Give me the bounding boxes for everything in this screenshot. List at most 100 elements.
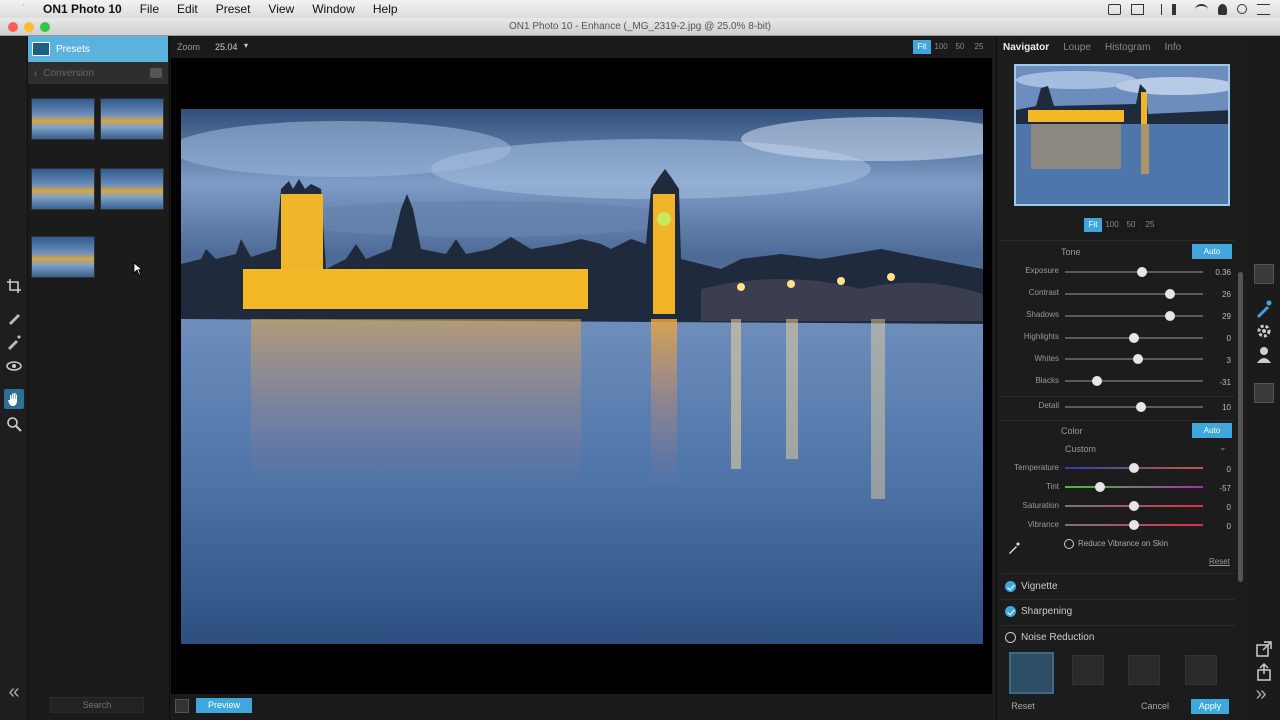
chevron-left-icon[interactable]: ‹ [34, 68, 37, 79]
slider-knob[interactable] [1091, 376, 1102, 386]
external-edit-icon[interactable] [1254, 639, 1274, 659]
tab-loupe[interactable]: Loupe [1063, 42, 1091, 53]
tab-info[interactable]: Info [1165, 42, 1182, 53]
eyedropper-icon[interactable] [1008, 541, 1021, 554]
panel-scrollbar[interactable] [1238, 272, 1243, 582]
vignette-checkbox[interactable] [1005, 581, 1016, 592]
effects-module-icon[interactable] [1254, 321, 1274, 341]
tone-auto-button[interactable]: Auto [1192, 244, 1232, 259]
camera-icon[interactable] [1108, 3, 1121, 15]
nav-fit-button[interactable]: Fit [1084, 218, 1102, 232]
color-reset-link[interactable]: Reset [1209, 557, 1230, 566]
apple-icon[interactable] [15, 2, 29, 16]
menu-app-name[interactable]: ON1 Photo 10 [43, 0, 122, 18]
browse-module-icon[interactable] [1254, 264, 1274, 284]
wifi-icon[interactable] [1195, 3, 1208, 15]
hand-tool[interactable] [4, 389, 24, 409]
slider-knob[interactable] [1164, 289, 1175, 299]
menu-file[interactable]: File [140, 0, 159, 18]
slider-value[interactable]: -57 [1207, 484, 1231, 493]
chevron-down-icon[interactable]: ▾ [244, 41, 248, 50]
volume-icon[interactable] [1172, 3, 1185, 15]
noise-reduction-label[interactable]: Noise Reduction [1021, 632, 1094, 643]
view-25-button[interactable]: 25 [970, 40, 988, 54]
zoom-value-dropdown[interactable]: 25.04 [215, 42, 238, 52]
collapse-right-button[interactable]: » [1252, 684, 1270, 704]
notification-center-icon[interactable] [1257, 3, 1270, 15]
view-fit-button[interactable]: Fit [913, 40, 931, 54]
tab-histogram[interactable]: Histogram [1105, 42, 1151, 53]
preset-style-thumbnail[interactable] [1185, 655, 1217, 685]
sharpening-label[interactable]: Sharpening [1021, 606, 1072, 617]
slider-knob[interactable] [1094, 482, 1105, 492]
brush-tool[interactable] [4, 308, 24, 328]
preset-thumbnail[interactable] [100, 98, 164, 140]
preset-style-thumbnail[interactable] [1128, 655, 1160, 685]
slider-value[interactable]: 3 [1207, 356, 1231, 365]
red-eye-tool[interactable] [4, 356, 24, 376]
slider-knob[interactable] [1129, 501, 1139, 511]
menu-preset[interactable]: Preset [216, 0, 251, 18]
view-50-button[interactable]: 50 [951, 40, 969, 54]
presets-header[interactable]: Presets [28, 36, 168, 62]
tab-navigator[interactable]: Navigator [1003, 42, 1049, 53]
slider-knob[interactable] [1164, 311, 1175, 321]
navigator-thumbnail[interactable] [1014, 64, 1230, 206]
slider-knob[interactable] [1135, 402, 1146, 412]
main-photo[interactable] [181, 109, 983, 644]
chevron-down-icon[interactable]: ⌄ [1219, 442, 1227, 453]
preview-button[interactable]: Preview [196, 698, 252, 713]
retouch-tool[interactable] [4, 332, 24, 352]
reduce-vibrance-checkbox[interactable] [1064, 539, 1074, 549]
noise-reduction-checkbox[interactable] [1005, 632, 1016, 643]
apply-button[interactable]: Apply [1191, 699, 1229, 714]
reset-button[interactable]: Reset [1007, 699, 1039, 714]
slider-value[interactable]: 0 [1207, 503, 1231, 512]
collapse-left-button[interactable]: « [5, 682, 23, 702]
close-category-icon[interactable] [150, 68, 162, 78]
slider-value[interactable]: 0 [1207, 334, 1231, 343]
develop-module-icon[interactable] [1254, 299, 1274, 319]
menu-help[interactable]: Help [373, 0, 398, 18]
slider-value[interactable]: 10 [1207, 403, 1231, 412]
user-icon[interactable] [1218, 3, 1227, 15]
portrait-module-icon[interactable] [1254, 344, 1274, 364]
layers-module-icon[interactable] [1254, 383, 1274, 403]
preset-thumbnail[interactable] [31, 168, 95, 210]
sharpening-checkbox[interactable] [1005, 606, 1016, 617]
preset-thumbnail[interactable] [31, 236, 95, 278]
slider-value[interactable]: 29 [1207, 312, 1231, 321]
preset-style-thumbnail[interactable] [1072, 655, 1104, 685]
preset-category-bar[interactable]: ‹ Conversion [28, 62, 168, 84]
slider-knob[interactable] [1137, 267, 1148, 277]
slider-value[interactable]: 0 [1207, 465, 1231, 474]
preset-thumbnail[interactable] [31, 98, 95, 140]
spotlight-icon[interactable] [1237, 4, 1247, 14]
menu-window[interactable]: Window [312, 0, 355, 18]
compare-icon[interactable] [175, 699, 189, 713]
color-mode-dropdown[interactable]: Custom [1065, 444, 1096, 454]
slider-knob[interactable] [1129, 463, 1139, 473]
slider-value[interactable]: -31 [1207, 378, 1231, 387]
preset-search-input[interactable] [50, 697, 144, 713]
slider-knob[interactable] [1133, 354, 1144, 364]
share-icon[interactable] [1254, 662, 1274, 682]
bluetooth-icon[interactable] [1154, 3, 1162, 15]
nav-100-button[interactable]: 100 [1103, 218, 1121, 232]
menu-view[interactable]: View [268, 0, 294, 18]
slider-value[interactable]: 0.36 [1207, 268, 1231, 277]
slider-knob[interactable] [1129, 520, 1139, 530]
nav-25-button[interactable]: 25 [1141, 218, 1159, 232]
color-auto-button[interactable]: Auto [1192, 423, 1232, 438]
preset-style-thumbnail[interactable] [1009, 652, 1054, 694]
view-100-button[interactable]: 100 [932, 40, 950, 54]
menu-edit[interactable]: Edit [177, 0, 198, 18]
cancel-button[interactable]: Cancel [1137, 699, 1173, 714]
slider-value[interactable]: 0 [1207, 522, 1231, 531]
nav-50-button[interactable]: 50 [1122, 218, 1140, 232]
crop-tool[interactable] [4, 276, 24, 296]
zoom-tool[interactable] [4, 414, 24, 434]
screen-icon[interactable] [1131, 3, 1144, 15]
slider-knob[interactable] [1129, 333, 1139, 343]
slider-value[interactable]: 26 [1207, 290, 1231, 299]
